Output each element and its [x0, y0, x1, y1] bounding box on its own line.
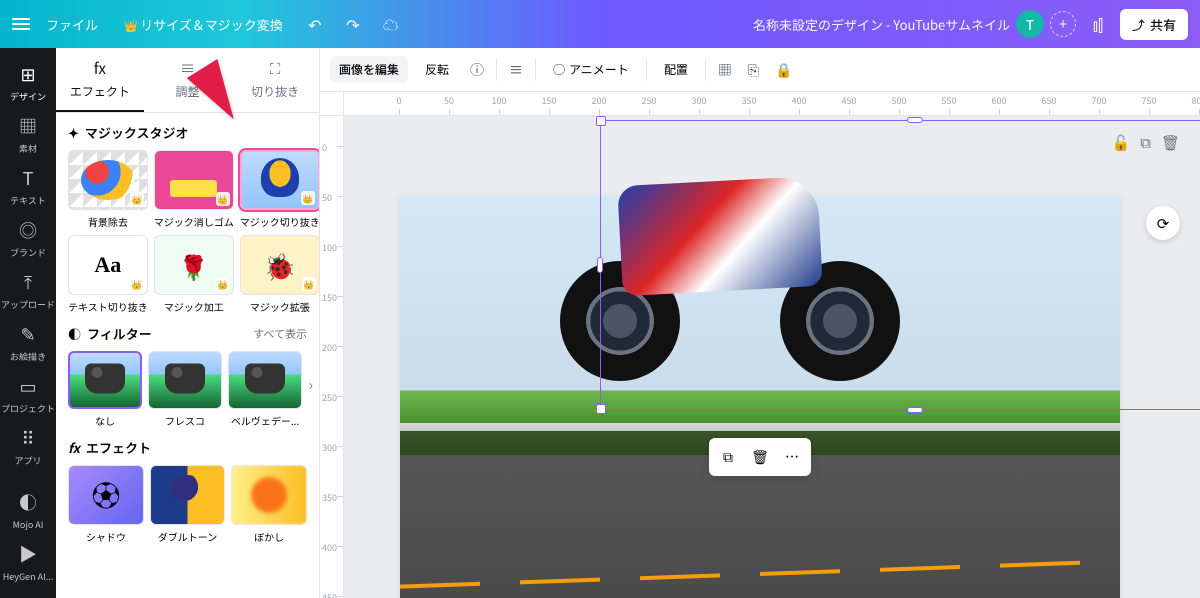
- rail-item-7[interactable]: ⠿アプリ: [0, 420, 56, 472]
- magic-tile-4[interactable]: 👑マジック加工: [154, 235, 234, 314]
- resize-handle[interactable]: [907, 117, 923, 123]
- effects-panel: fxエフェクト ≡調整 ⛶切り抜き ✦マジックスタジオ 👑背景除去👑マジック消し…: [56, 48, 320, 598]
- copy-style-icon[interactable]: ⎘: [744, 56, 763, 84]
- crop-icon: ⛶: [270, 58, 281, 79]
- ruler-corner: [320, 92, 344, 116]
- rail-icon: ⠿: [21, 425, 34, 451]
- sparkle-icon: ✦: [68, 123, 79, 142]
- magic-tile-0[interactable]: 👑背景除去: [68, 150, 148, 229]
- rail-item-4[interactable]: ⤒アップロード: [0, 264, 56, 316]
- list-icon[interactable]: ≡: [505, 56, 527, 84]
- crown-badge-icon: 👑: [216, 192, 230, 206]
- rail-icon: ▶: [19, 541, 37, 567]
- scroll-right-icon[interactable]: ›: [309, 375, 313, 395]
- file-menu[interactable]: ファイル: [36, 9, 108, 40]
- rail-item-2[interactable]: Tテキスト: [0, 160, 56, 212]
- magic-tile-3[interactable]: 👑テキスト切り抜き: [68, 235, 148, 314]
- crown-badge-icon: 👑: [216, 277, 230, 291]
- magic-tile-5[interactable]: 👑マジック拡張: [240, 235, 319, 314]
- circle-half-icon: ◐: [68, 324, 81, 343]
- resize-handle[interactable]: [596, 116, 606, 126]
- resize-magic-button[interactable]: リサイズ＆マジック変換: [114, 9, 293, 40]
- rail-item-3[interactable]: ◎ブランド: [0, 212, 56, 264]
- magic-tile-1[interactable]: 👑マジック消しゴム: [154, 150, 234, 229]
- resize-handle[interactable]: [597, 257, 603, 273]
- selection-box[interactable]: ⟲: [600, 120, 1200, 410]
- duplicate-icon[interactable]: ⧉: [713, 442, 743, 472]
- flip-button[interactable]: 反転: [416, 56, 458, 83]
- crown-badge-icon: 👑: [130, 192, 144, 206]
- rail-item-5[interactable]: ✎お絵描き: [0, 316, 56, 368]
- filter-tile-1[interactable]: フレスコ: [148, 351, 222, 428]
- transparency-icon[interactable]: ▦: [714, 56, 736, 84]
- rail-icon: T: [23, 165, 34, 191]
- rail-item-0[interactable]: ⊞デザイン: [0, 56, 56, 108]
- fx-tile-1[interactable]: ダブルトーン: [150, 465, 226, 544]
- redo-icon[interactable]: ↷: [337, 8, 369, 40]
- position-button[interactable]: 配置: [655, 56, 697, 83]
- top-bar: ファイル リサイズ＆マジック変換 ↶ ↷ ☁ 名称未設定のデザイン - YouT…: [0, 0, 1200, 48]
- vertical-ruler: 0501001502002503003504004505005506006507…: [320, 116, 344, 598]
- rail-icon: ⤒: [24, 269, 32, 295]
- see-all-filters[interactable]: すべて表示: [253, 326, 307, 342]
- floating-toolbar: ⧉ 🗑 ⋯: [709, 438, 811, 476]
- rail-item-8[interactable]: ◐Mojo AI: [0, 484, 56, 536]
- upload-icon: ⤴: [1132, 15, 1145, 34]
- analytics-icon[interactable]: ⫾⫿: [1082, 8, 1114, 40]
- crown-badge-icon: 👑: [301, 191, 315, 205]
- cloud-sync-icon[interactable]: ☁: [375, 8, 407, 40]
- user-avatar[interactable]: T: [1016, 10, 1044, 38]
- fx-tile-0[interactable]: シャドウ: [68, 465, 144, 544]
- animate-button[interactable]: ◯アニメート: [544, 56, 638, 83]
- canvas-stage[interactable]: 🔓 ⧉ 🗑 ⟳ ⟲: [344, 116, 1200, 598]
- rail-item-1[interactable]: ▦素材: [0, 108, 56, 160]
- rail-icon: ⊞: [20, 61, 35, 87]
- more-icon[interactable]: ⋯: [777, 442, 807, 472]
- undo-icon[interactable]: ↶: [299, 8, 331, 40]
- side-rail: ⊞デザイン▦素材Tテキスト◎ブランド⤒アップロード✎お絵描き▭プロジェクト⠿アプ…: [0, 48, 56, 598]
- edit-image-button[interactable]: 画像を編集: [330, 56, 408, 83]
- add-member-button[interactable]: +: [1050, 11, 1076, 37]
- fx-icon: fx: [68, 438, 80, 457]
- rail-item-6[interactable]: ▭プロジェクト: [0, 368, 56, 420]
- trash-icon[interactable]: 🗑: [745, 442, 775, 472]
- share-button[interactable]: ⤴共有: [1120, 9, 1188, 40]
- filter-tile-2[interactable]: ベルヴェデー...: [228, 351, 302, 428]
- section-effects: fxエフェクト: [68, 438, 307, 457]
- canvas-area: 画像を編集 反転 ⓘ ≡ ◯アニメート 配置 ▦ ⎘ 🔒 05010015020…: [320, 48, 1200, 598]
- resize-handle[interactable]: [907, 407, 923, 413]
- rail-icon: ▦: [19, 113, 37, 139]
- document-title[interactable]: 名称未設定のデザイン - YouTubeサムネイル: [753, 15, 1010, 34]
- rail-icon: ◐: [19, 489, 37, 515]
- design-page[interactable]: ⟲ ⧉ 🗑 ⋯: [400, 196, 1120, 598]
- magic-tile-2[interactable]: 👑マジック切り抜き: [240, 150, 319, 229]
- section-magic-studio: ✦マジックスタジオ: [68, 123, 307, 142]
- fx-tile-2[interactable]: ぼかし: [231, 465, 307, 544]
- rail-icon: ✎: [20, 321, 35, 347]
- rail-item-9[interactable]: ▶HeyGen AI...: [0, 536, 56, 588]
- context-toolbar: 画像を編集 反転 ⓘ ≡ ◯アニメート 配置 ▦ ⎘ 🔒: [320, 48, 1200, 92]
- resize-handle[interactable]: [596, 404, 606, 414]
- filter-tile-0[interactable]: なし: [68, 351, 142, 428]
- horizontal-ruler: 0501001502002503003504004505005506006507…: [344, 92, 1200, 116]
- rail-icon: ▭: [19, 373, 36, 399]
- tab-effects[interactable]: fxエフェクト: [56, 48, 144, 112]
- lock-icon[interactable]: 🔒: [771, 56, 796, 84]
- fx-icon: fx: [94, 58, 106, 79]
- play-icon: ◯: [553, 61, 565, 78]
- section-filters: ◐フィルターすべて表示: [68, 324, 307, 343]
- rail-icon: ◎: [19, 217, 37, 243]
- hamburger-icon[interactable]: [12, 18, 30, 30]
- crown-badge-icon: 👑: [302, 277, 316, 291]
- crown-badge-icon: 👑: [130, 277, 144, 291]
- info-icon[interactable]: ⓘ: [466, 56, 488, 84]
